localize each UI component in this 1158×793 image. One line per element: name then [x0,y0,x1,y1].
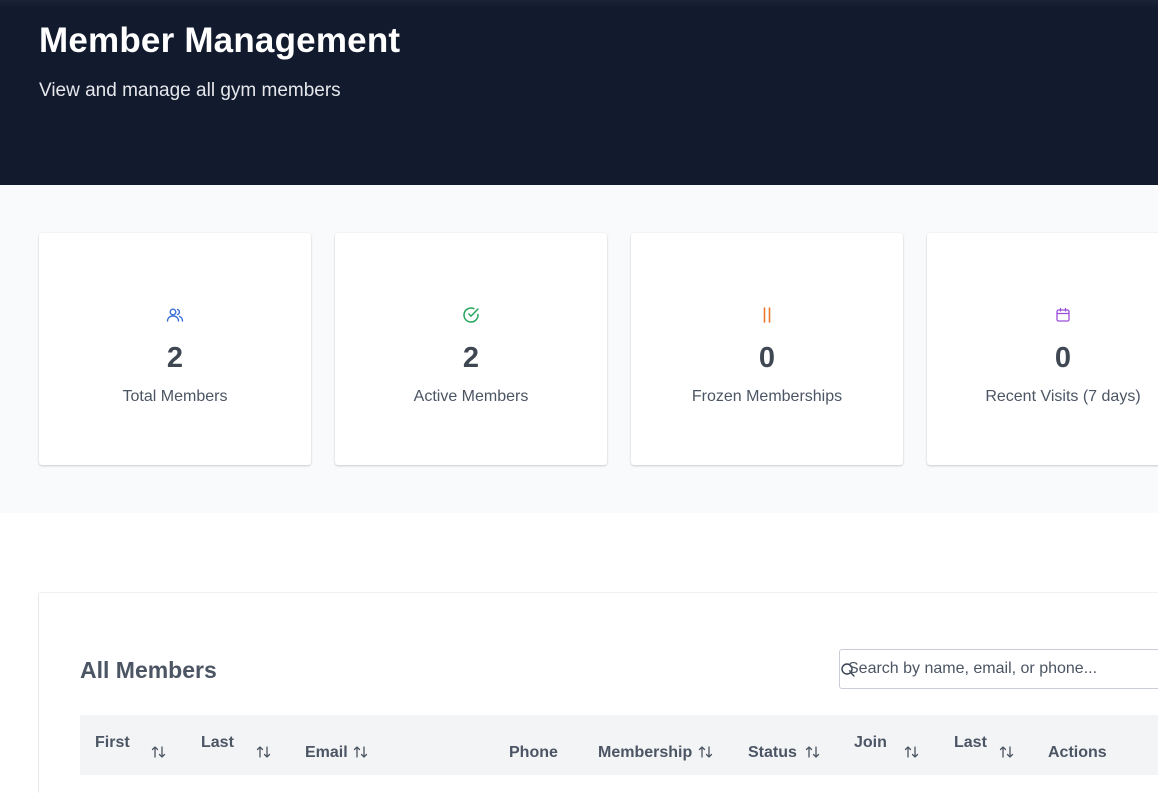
stat-card-total-members: 2 Total Members [39,233,311,465]
sort-icon[interactable] [999,745,1015,759]
column-header-last-name[interactable]: Last [201,733,234,753]
column-header-phone: Phone [509,743,558,763]
column-label: First [95,734,130,751]
sort-icon[interactable] [904,745,920,759]
sort-icon[interactable] [805,745,821,759]
table-header: First Last Email Phone Membership Status… [80,715,1158,775]
column-header-status[interactable]: Status [748,743,797,763]
check-circle-icon [335,306,607,324]
stat-label: Recent Visits (7 days) [985,388,1141,405]
column-label: Email [305,744,348,761]
page-title: Member Management [39,21,401,60]
page-subtitle: View and manage all gym members [39,80,341,101]
stat-value: 0 [758,342,776,374]
stat-card-recent-visits: 0 Recent Visits (7 days) [927,233,1158,465]
stat-card-active-members: 2 Active Members [335,233,607,465]
sort-icon[interactable] [151,745,167,759]
stat-value: 2 [166,342,184,374]
calendar-icon [927,306,1158,324]
stat-label: Frozen Memberships [691,388,843,405]
column-header-actions: Actions [1048,743,1107,763]
column-header-join-date[interactable]: Join [854,733,887,753]
page-header: Member Management View and manage all gy… [0,0,1158,185]
stat-label: Active Members [413,388,529,405]
column-header-first-name[interactable]: First [95,733,130,753]
column-header-email[interactable]: Email [305,743,348,763]
members-panel: All Members First Last Email Phon [38,592,1158,793]
users-icon [39,306,311,324]
members-title: All Members [80,657,217,683]
column-label: Actions [1048,744,1107,761]
sort-icon[interactable] [698,745,714,759]
stat-value: 2 [462,342,480,374]
search-box[interactable] [839,649,1158,689]
sort-icon[interactable] [256,745,272,759]
column-header-membership[interactable]: Membership [598,743,692,763]
stat-value: 0 [1054,342,1072,374]
column-label: Join [854,734,887,751]
stats-section: 2 Total Members 2 Active Members 0 Froze… [0,185,1158,513]
sort-icon[interactable] [353,745,369,759]
stat-card-frozen-memberships: 0 Frozen Memberships [631,233,903,465]
stat-label: Total Members [122,388,228,405]
column-label: Last [201,734,234,751]
column-header-last-visit[interactable]: Last [954,733,987,753]
column-label: Phone [509,744,558,761]
column-label: Membership [598,744,693,761]
column-label: Status [748,744,797,761]
pause-icon [631,306,903,324]
column-label: Last [954,734,987,751]
search-input[interactable] [848,650,1148,688]
